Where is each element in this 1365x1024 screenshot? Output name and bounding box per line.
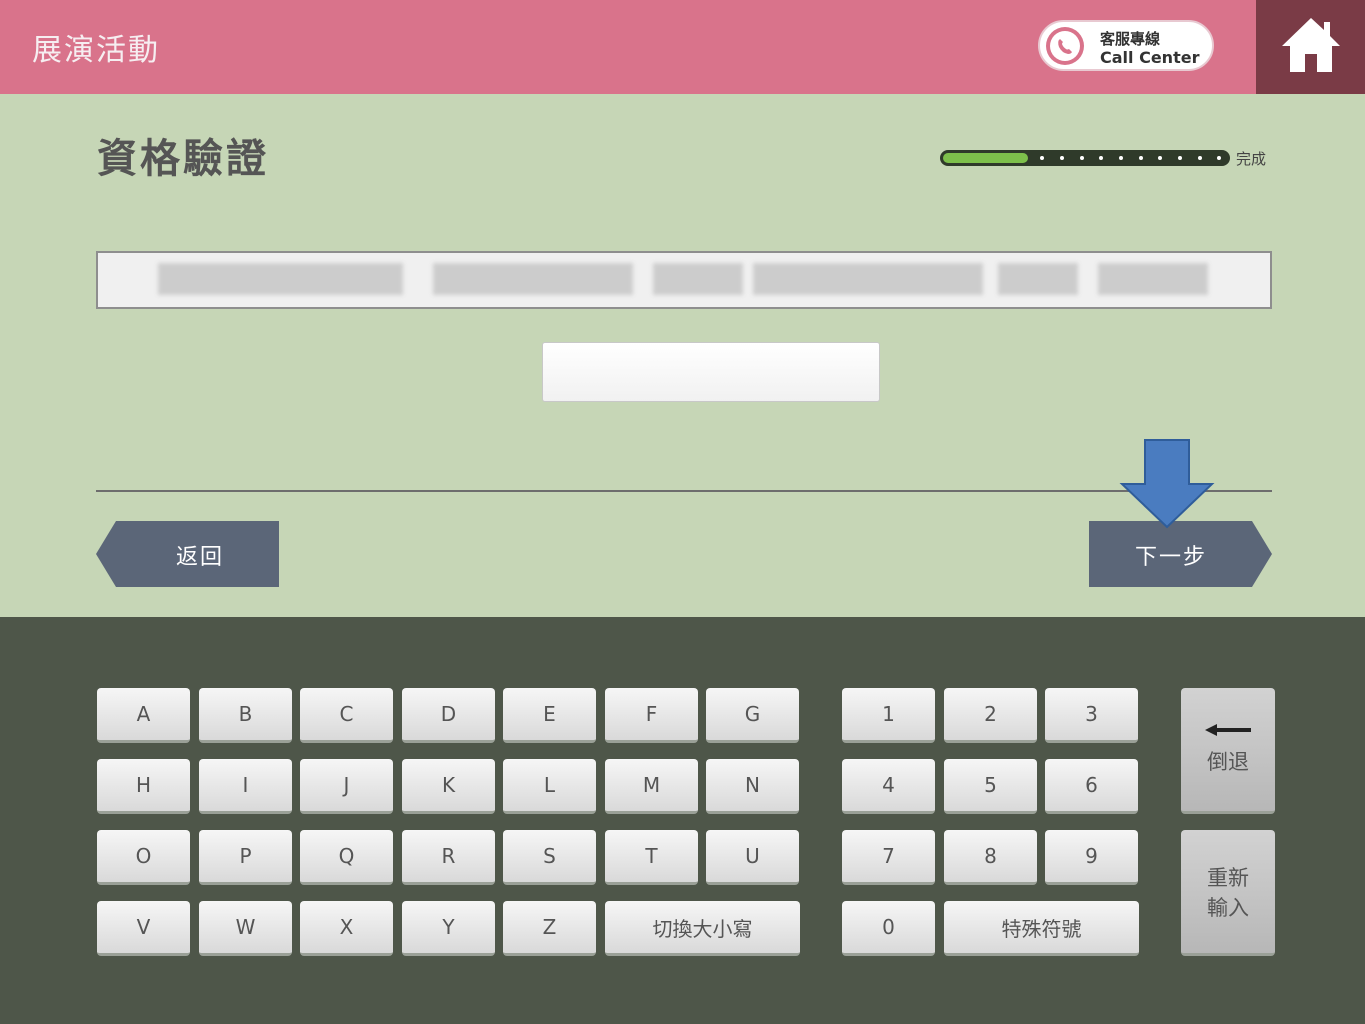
- phone-icon: [1046, 27, 1084, 65]
- onscreen-keyboard: A B C D E F G H I J K L M N O P Q R S T …: [0, 617, 1365, 1024]
- key-5[interactable]: 5: [944, 759, 1037, 814]
- key-p[interactable]: P: [199, 830, 292, 885]
- key-h[interactable]: H: [97, 759, 190, 814]
- key-1[interactable]: 1: [842, 688, 935, 743]
- page-title: 資格驗證: [97, 136, 269, 182]
- left-arrow-icon: [1205, 723, 1251, 736]
- key-u[interactable]: U: [706, 830, 799, 885]
- key-7[interactable]: 7: [842, 830, 935, 885]
- back-button[interactable]: 返回: [96, 521, 279, 587]
- key-g[interactable]: G: [706, 688, 799, 743]
- back-button-label: 返回: [176, 545, 225, 570]
- next-button[interactable]: 下一步: [1089, 521, 1272, 587]
- key-w[interactable]: W: [199, 901, 292, 956]
- key-f[interactable]: F: [605, 688, 698, 743]
- case-toggle-key[interactable]: 切換大小寫: [605, 901, 800, 956]
- key-2[interactable]: 2: [944, 688, 1037, 743]
- main-panel: 資格驗證 完成 返回 下一步: [0, 94, 1365, 617]
- key-o[interactable]: O: [97, 830, 190, 885]
- progress-bar: [940, 150, 1230, 166]
- key-k[interactable]: K: [402, 759, 495, 814]
- reset-label-line1: 重新: [1207, 865, 1249, 890]
- key-n[interactable]: N: [706, 759, 799, 814]
- key-l[interactable]: L: [503, 759, 596, 814]
- app-title: 展演活動: [32, 33, 160, 68]
- call-center-label-en: Call Center: [1100, 48, 1200, 67]
- home-icon: [1282, 18, 1340, 72]
- home-button[interactable]: [1256, 0, 1365, 94]
- next-button-label: 下一步: [1135, 545, 1208, 570]
- key-b[interactable]: B: [199, 688, 292, 743]
- key-3[interactable]: 3: [1045, 688, 1138, 743]
- header-bar: 展演活動 客服專線 Call Center: [0, 0, 1365, 94]
- key-c[interactable]: C: [300, 688, 393, 743]
- call-center-button[interactable]: 客服專線 Call Center: [1038, 20, 1214, 71]
- reset-label-line2: 輸入: [1207, 895, 1249, 920]
- special-symbols-key[interactable]: 特殊符號: [944, 901, 1139, 956]
- key-6[interactable]: 6: [1045, 759, 1138, 814]
- backspace-label: 倒退: [1207, 749, 1249, 774]
- key-v[interactable]: V: [97, 901, 190, 956]
- key-e[interactable]: E: [503, 688, 596, 743]
- key-4[interactable]: 4: [842, 759, 935, 814]
- key-a[interactable]: A: [97, 688, 190, 743]
- key-r[interactable]: R: [402, 830, 495, 885]
- key-t[interactable]: T: [605, 830, 698, 885]
- key-y[interactable]: Y: [402, 901, 495, 956]
- divider: [96, 490, 1272, 492]
- down-arrow-icon: [1119, 439, 1215, 529]
- key-9[interactable]: 9: [1045, 830, 1138, 885]
- key-m[interactable]: M: [605, 759, 698, 814]
- key-z[interactable]: Z: [503, 901, 596, 956]
- key-x[interactable]: X: [300, 901, 393, 956]
- call-center-label-zh: 客服專線: [1100, 30, 1161, 48]
- backspace-key[interactable]: 倒退: [1181, 688, 1275, 814]
- verification-input[interactable]: [542, 342, 880, 402]
- key-q[interactable]: Q: [300, 830, 393, 885]
- key-0[interactable]: 0: [842, 901, 935, 956]
- key-8[interactable]: 8: [944, 830, 1037, 885]
- key-d[interactable]: D: [402, 688, 495, 743]
- masked-info-field: [96, 251, 1272, 309]
- key-i[interactable]: I: [199, 759, 292, 814]
- progress-fill: [943, 153, 1028, 163]
- progress-dots: [1036, 156, 1222, 160]
- key-j[interactable]: J: [300, 759, 393, 814]
- reset-input-key[interactable]: 重新 輸入: [1181, 830, 1275, 956]
- progress-label: 完成: [1236, 150, 1267, 168]
- key-s[interactable]: S: [503, 830, 596, 885]
